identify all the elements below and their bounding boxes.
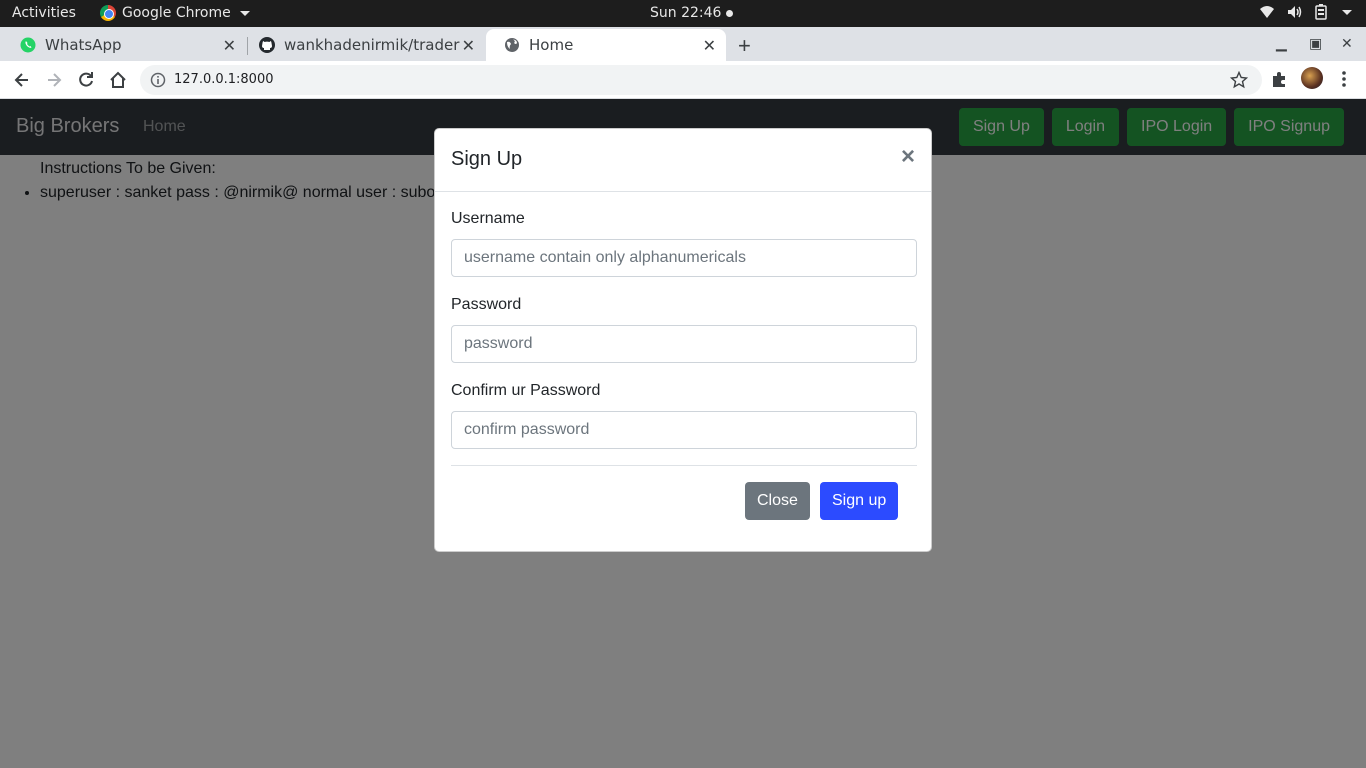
wifi-icon: [1260, 6, 1274, 18]
tab-title: wankhadenirmik/trader: t: [284, 36, 460, 54]
tab-title: Home: [529, 36, 574, 54]
app-name: Google Chrome: [122, 5, 231, 21]
tab-strip: WhatsApp ✕ wankhadenirmik/trader: t ✕ Ho…: [0, 27, 1366, 61]
url-text: 127.0.0.1:8000: [174, 72, 274, 87]
restore-icon[interactable]: ▣: [1309, 35, 1322, 52]
password-input[interactable]: [451, 325, 917, 363]
minimize-icon[interactable]: ▁: [1276, 35, 1287, 52]
info-icon[interactable]: [150, 72, 166, 88]
chrome-icon: [100, 5, 116, 21]
close-tab-icon[interactable]: ✕: [223, 36, 236, 55]
extensions-icon[interactable]: [1270, 70, 1288, 88]
confirm-password-input[interactable]: [451, 411, 917, 449]
system-menu-chevron-icon: [1342, 9, 1352, 15]
tab-home[interactable]: Home ✕: [486, 29, 726, 61]
tab-github[interactable]: wankhadenirmik/trader: t ✕: [241, 29, 485, 61]
forward-icon[interactable]: [44, 70, 64, 90]
browser-toolbar: 127.0.0.1:8000: [0, 61, 1366, 99]
profile-avatar[interactable]: [1301, 67, 1323, 89]
close-window-icon[interactable]: ✕: [1341, 35, 1353, 52]
battery-icon: [1315, 4, 1327, 20]
activities-button[interactable]: Activities: [12, 5, 76, 21]
modal-header: Sign Up ×: [435, 129, 931, 192]
globe-icon: [505, 38, 519, 52]
tab-whatsapp[interactable]: WhatsApp ✕: [2, 29, 246, 61]
tab-title: WhatsApp: [45, 36, 122, 54]
signup-modal: Sign Up × Username Password Confirm ur P…: [434, 128, 932, 552]
reload-icon[interactable]: [76, 70, 96, 90]
menu-kebab-icon[interactable]: [1336, 70, 1352, 88]
volume-icon: [1288, 6, 1302, 18]
signup-submit-button[interactable]: Sign up: [820, 482, 899, 520]
close-tab-icon[interactable]: ✕: [462, 36, 475, 55]
notification-dot-icon: [726, 9, 734, 17]
modal-footer-divider: [451, 465, 917, 466]
whatsapp-icon: [20, 37, 36, 53]
clock-text: Sun 22:46: [650, 5, 722, 21]
username-input[interactable]: [451, 239, 917, 277]
system-top-bar: Activities Google Chrome Sun 22:46: [0, 0, 1366, 27]
password-label: Password: [451, 296, 522, 313]
confirm-password-label: Confirm ur Password: [451, 382, 601, 399]
clock[interactable]: Sun 22:46: [650, 5, 734, 21]
home-icon[interactable]: [108, 70, 128, 90]
username-label: Username: [451, 210, 525, 227]
bookmark-star-icon[interactable]: [1230, 71, 1248, 89]
close-icon[interactable]: ×: [901, 145, 915, 169]
modal-title: Sign Up: [451, 148, 523, 170]
close-button[interactable]: Close: [745, 482, 810, 520]
chevron-down-icon: [239, 10, 250, 16]
github-icon: [259, 37, 275, 53]
back-icon[interactable]: [12, 70, 32, 90]
new-tab-icon[interactable]: +: [738, 33, 751, 59]
address-bar[interactable]: 127.0.0.1:8000: [140, 65, 1262, 95]
close-tab-icon[interactable]: ✕: [703, 36, 716, 55]
system-tray[interactable]: [1259, 4, 1352, 20]
app-menu[interactable]: Google Chrome: [100, 5, 250, 21]
